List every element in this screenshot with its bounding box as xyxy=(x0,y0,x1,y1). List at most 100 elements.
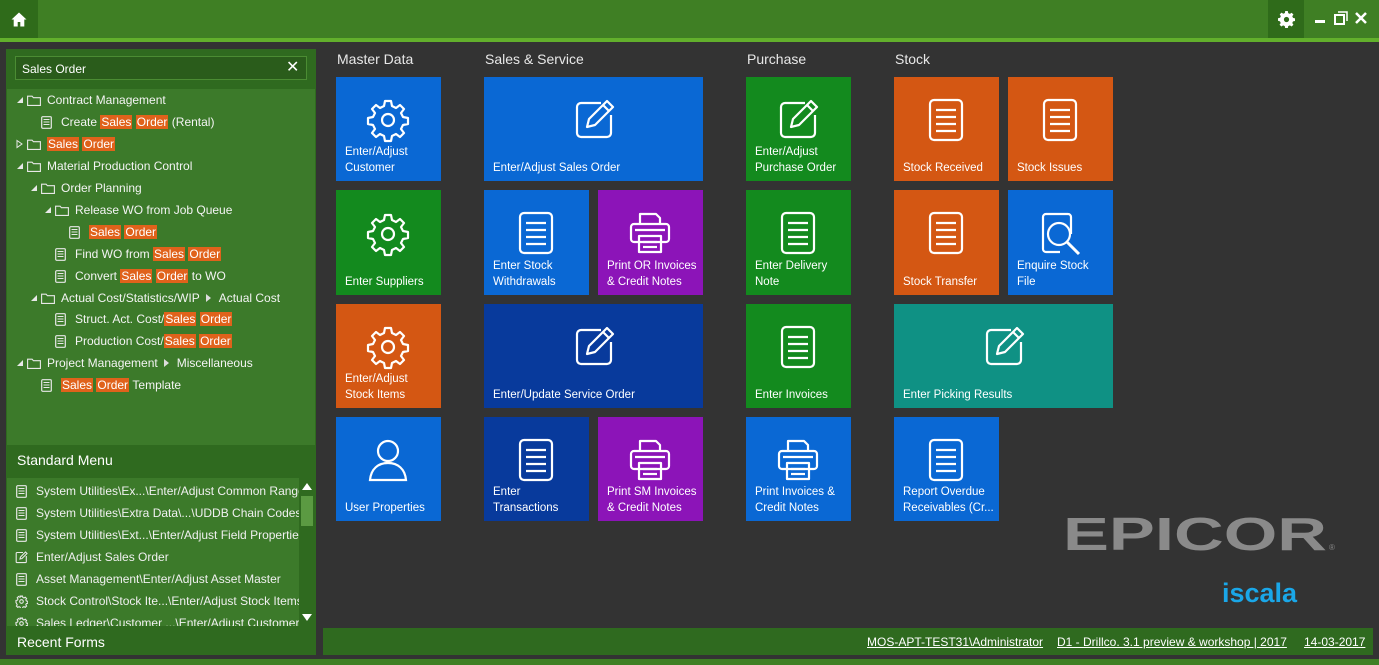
home-button[interactable] xyxy=(0,0,38,38)
collapsed-arrow-icon[interactable] xyxy=(15,139,24,149)
tree-item-sales-order-template[interactable]: Sales Order Template xyxy=(41,375,181,395)
epicor-logo-text: EPICOR xyxy=(1063,512,1327,556)
home-icon xyxy=(11,12,27,26)
tree-item-material-production-control[interactable]: Material Production Control xyxy=(15,156,192,176)
tile-enter-stock-withdrawals[interactable]: Enter Stock Withdrawals xyxy=(484,190,589,295)
tree-item-create-sales-order-rental[interactable]: Create Sales Order (Rental) xyxy=(41,112,214,132)
scroll-down-icon[interactable] xyxy=(302,614,312,621)
tile-user-properties[interactable]: User Properties xyxy=(336,417,441,521)
tile-label: User Properties xyxy=(345,501,425,514)
document-icon xyxy=(775,210,821,256)
document-icon xyxy=(55,270,66,283)
tree-item-order-planning[interactable]: Order Planning xyxy=(29,178,142,198)
expanded-arrow-icon[interactable] xyxy=(29,293,38,303)
list-item[interactable]: Asset Management\Enter/Adjust Asset Mast… xyxy=(7,568,297,590)
list-item[interactable]: System Utilities\Ext...\Enter/Adjust Fie… xyxy=(7,524,305,546)
tile-label: Enquire Stock File xyxy=(1017,260,1089,288)
tile-enquire-stock-file[interactable]: Enquire Stock File xyxy=(1008,190,1113,295)
tile-label: Enter/Adjust Purchase Order xyxy=(755,146,837,174)
close-icon[interactable]: ✕ xyxy=(286,60,300,76)
list-item[interactable]: Enter/Adjust Sales Order xyxy=(7,546,297,568)
tree-item-release-wo-sales-order[interactable]: Sales Order xyxy=(69,222,158,242)
tree-item-label: to WO xyxy=(191,269,226,283)
tile-enter-transactions[interactable]: Enter Transactions xyxy=(484,417,589,521)
edit-icon xyxy=(571,97,617,143)
tree-item-project-management[interactable]: Project Management Miscellaneous xyxy=(15,353,253,373)
breadcrumb-arrow-icon xyxy=(163,359,169,367)
tile-label: Print OR Invoices & Credit Notes xyxy=(607,260,697,288)
list-item[interactable]: System Utilities\Ex...\Enter/Adjust Comm… xyxy=(7,480,305,502)
list-item-label: System Utilities\Ext...\Enter/Adjust Fie… xyxy=(36,528,305,542)
expanded-arrow-icon[interactable] xyxy=(15,95,24,105)
tile-report-overdue-receivables[interactable]: Report Overdue Receivables (Cr... xyxy=(894,417,999,521)
tree-item-sales-order[interactable]: Sales Order xyxy=(15,134,116,154)
list-item[interactable]: Stock Control\Stock Ite...\Enter/Adjust … xyxy=(7,590,303,612)
tile-label: Enter Suppliers xyxy=(345,275,424,288)
expanded-arrow-icon[interactable] xyxy=(29,183,38,193)
folder-icon xyxy=(41,183,55,194)
tree-item-release-wo[interactable]: Release WO from Job Queue xyxy=(43,200,232,220)
tile-stock-received[interactable]: Stock Received xyxy=(894,77,999,181)
standard-menu-list: System Utilities\Ex...\Enter/Adjust Comm… xyxy=(7,478,315,626)
tree-item-struct-act-cost[interactable]: Struct. Act. Cost/Sales Order xyxy=(55,309,233,329)
tree-item-convert[interactable]: Convert Sales Order to WO xyxy=(55,266,226,286)
expanded-arrow-icon[interactable] xyxy=(15,358,24,368)
search-highlight: Order xyxy=(124,225,158,239)
restore-button[interactable] xyxy=(1334,11,1348,25)
tree-item-label: Miscellaneous xyxy=(176,356,253,370)
search-highlight: Order xyxy=(96,378,130,392)
list-item[interactable]: Sales Ledger\Customer ...\Enter/Adjust C… xyxy=(7,612,300,626)
search-highlight: Sales xyxy=(47,137,80,151)
tile-enter-update-service-order[interactable]: Enter/Update Service Order xyxy=(484,304,703,408)
tile-print-sm-invoices[interactable]: Print SM Invoices & Credit Notes xyxy=(598,417,703,521)
search-input[interactable] xyxy=(22,60,272,77)
tree-item-label: Struct. Act. Cost/ xyxy=(75,312,165,326)
minimize-button[interactable] xyxy=(1314,11,1328,25)
edit-icon xyxy=(775,97,821,143)
recent-forms-header[interactable]: Recent Forms xyxy=(7,629,315,655)
status-date[interactable]: 14-03-2017 xyxy=(1304,635,1365,649)
tile-enter-suppliers[interactable]: Enter Suppliers xyxy=(336,190,441,295)
top-bar xyxy=(0,0,1379,38)
settings-button[interactable] xyxy=(1268,0,1304,38)
search-highlight: Sales xyxy=(61,378,94,392)
tile-label: Enter Transactions xyxy=(493,486,559,514)
tile-enter-adjust-stock-items[interactable]: Enter/Adjust Stock Items xyxy=(336,304,441,408)
tile-stock-issues[interactable]: Stock Issues xyxy=(1008,77,1113,181)
tile-stock-transfer[interactable]: Stock Transfer xyxy=(894,190,999,295)
tree-item-label: Production Cost/ xyxy=(75,334,164,348)
list-item[interactable]: System Utilities\Extra Data\...\UDDB Cha… xyxy=(7,502,301,524)
tile-print-or-invoices[interactable]: Print OR Invoices & Credit Notes xyxy=(598,190,703,295)
scrollbar[interactable] xyxy=(299,478,315,626)
tile-enter-invoices[interactable]: Enter Invoices xyxy=(746,304,851,408)
scroll-up-icon[interactable] xyxy=(302,483,312,490)
tile-enter-delivery-note[interactable]: Enter Delivery Note xyxy=(746,190,851,295)
tree-item-label: Actual Cost/Statistics/WIP xyxy=(61,291,200,305)
tree-item-production-cost[interactable]: Production Cost/Sales Order xyxy=(55,331,232,351)
standard-menu-header[interactable]: Standard Menu xyxy=(7,447,315,473)
list-item-label: Stock Control\Stock Ite...\Enter/Adjust … xyxy=(36,594,303,608)
expanded-arrow-icon[interactable] xyxy=(15,161,24,171)
document-icon xyxy=(41,116,52,129)
tile-enter-adjust-customer[interactable]: Enter/Adjust Customer xyxy=(336,77,441,181)
scroll-thumb[interactable] xyxy=(301,496,313,526)
tile-label: Enter Delivery Note xyxy=(755,260,828,288)
tile-enter-adjust-sales-order[interactable]: Enter/Adjust Sales Order xyxy=(484,77,703,181)
tile-label: Enter/Update Service Order xyxy=(493,388,635,401)
list-item-label: Enter/Adjust Sales Order xyxy=(36,550,169,564)
tile-enter-picking-results[interactable]: Enter Picking Results xyxy=(894,304,1113,408)
tile-print-invoices-credit-notes[interactable]: Print Invoices & Credit Notes xyxy=(746,417,851,521)
tree-item-actual-cost-stats[interactable]: Actual Cost/Statistics/WIP Actual Cost xyxy=(29,288,280,308)
tree-item-find-wo[interactable]: Find WO from Sales Order xyxy=(55,244,222,264)
document-icon xyxy=(923,210,969,256)
status-company[interactable]: D1 - Drillco. 3.1 preview & workshop | 2… xyxy=(1057,635,1287,649)
status-user[interactable]: MOS-APT-TEST31\Administrator xyxy=(867,635,1043,649)
list-item-label: Sales Ledger\Customer ...\Enter/Adjust C… xyxy=(36,616,300,626)
list-item-label: Asset Management\Enter/Adjust Asset Mast… xyxy=(36,572,281,586)
close-window-button[interactable] xyxy=(1354,11,1368,25)
tile-enter-adjust-purchase-order[interactable]: Enter/Adjust Purchase Order xyxy=(746,77,851,181)
gear-icon xyxy=(365,211,411,257)
tree-item-contract-management[interactable]: Contract Management xyxy=(15,90,166,110)
section-title-stock: Stock xyxy=(895,51,931,67)
expanded-arrow-icon[interactable] xyxy=(43,205,52,215)
